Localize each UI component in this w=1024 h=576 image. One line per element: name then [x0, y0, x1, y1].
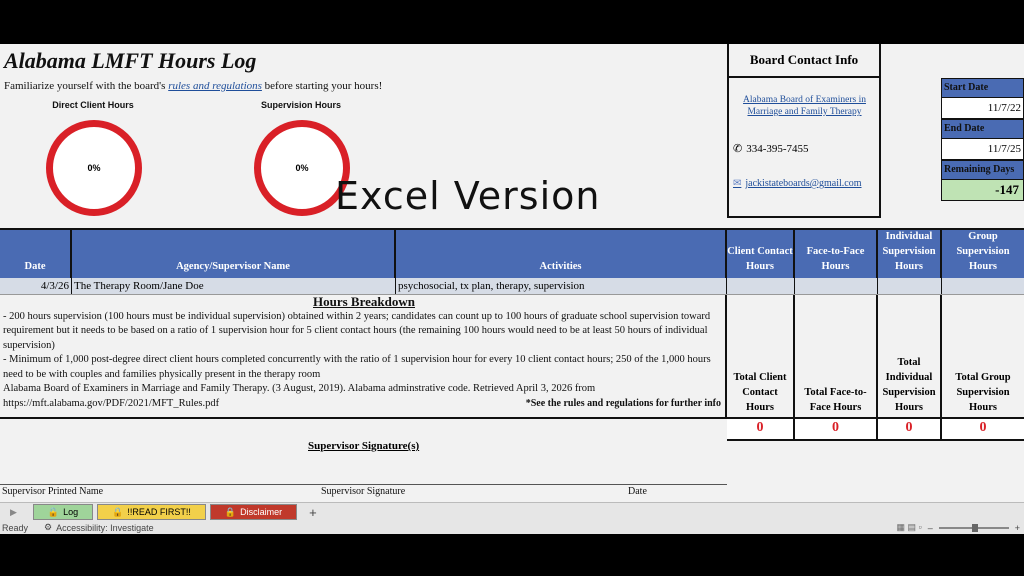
- total-face-value: 0: [795, 419, 878, 439]
- table-row[interactable]: 4/3/26 The Therapy Room/Jane Doe psychos…: [0, 278, 1024, 295]
- cell-group[interactable]: [942, 278, 1024, 294]
- signature-date: Date: [628, 486, 647, 497]
- total-face-label: Total Face-to-Face Hours: [795, 295, 878, 417]
- lock-icon: 🔒: [47, 507, 60, 517]
- view-icons[interactable]: ▦ ▤ ▫: [897, 522, 922, 533]
- start-date-label: Start Date: [941, 78, 1024, 98]
- breakdown-citation-block: Alabama Board of Examiners in Marriage a…: [3, 382, 725, 411]
- signature-title: Supervisor Signature(s): [308, 440, 420, 452]
- end-date-value[interactable]: 11/7/25: [941, 139, 1024, 160]
- total-client-value: 0: [727, 419, 795, 439]
- excel-version-banner: Excel Version: [335, 174, 601, 218]
- remaining-days-label: Remaining Days: [941, 160, 1024, 180]
- col-date: Date: [0, 230, 72, 278]
- board-phone: ✆ 334-395-7455: [733, 142, 809, 156]
- col-face-to-face: Face-to-Face Hours: [795, 230, 878, 278]
- zoom-plus-icon[interactable]: +: [1015, 523, 1020, 533]
- tab-read-first[interactable]: 🔒 !!READ FIRST!!: [97, 504, 206, 520]
- board-email[interactable]: ✉ jackistateboards@gmail.com: [733, 178, 862, 189]
- status-ready: Ready: [2, 522, 29, 533]
- total-client-label: Total Client Contact Hours: [727, 295, 795, 417]
- cell-face[interactable]: [795, 278, 878, 294]
- total-individual-value: 0: [878, 419, 942, 439]
- cell-date[interactable]: 4/3/26: [0, 278, 72, 294]
- breakdown-line-1: - 200 hours supervision (100 hours must …: [3, 310, 711, 351]
- lock-icon: 🔒: [112, 507, 124, 517]
- supervisor-printed-name: Supervisor Printed Name: [2, 486, 104, 497]
- table-header: Date Agency/Supervisor Name Activities C…: [0, 228, 1024, 280]
- add-sheet-button[interactable]: +: [309, 505, 317, 520]
- zoom-slider[interactable]: [938, 523, 1009, 532]
- total-individual-label: Total Individual Supervision Hours: [878, 295, 942, 417]
- col-activities: Activities: [396, 230, 727, 278]
- board-contact-box: Board Contact Info Alabama Board of Exam…: [727, 44, 881, 218]
- breakdown-note: *See the rules and regulations for furth…: [521, 396, 721, 411]
- col-individual-supervision: Individual Supervision Hours: [878, 230, 942, 278]
- direct-hours-ring: 0%: [46, 120, 142, 216]
- page-title: Alabama LMFT Hours Log: [4, 48, 257, 73]
- date-panel: Start Date 11/7/22 End Date 11/7/25 Rema…: [941, 78, 1024, 201]
- tab-scroll-icon[interactable]: ▶: [10, 507, 17, 518]
- accessibility-icon: ⚙: [44, 522, 53, 532]
- total-group-value: 0: [942, 419, 1024, 439]
- hours-breakdown: Hours Breakdown - 200 hours supervision …: [0, 294, 727, 417]
- supervisor-signature: Supervisor Signature: [321, 486, 406, 497]
- cell-individual[interactable]: [878, 278, 942, 294]
- col-client-contact: Client Contact Hours: [727, 230, 795, 278]
- phone-icon: ✆: [733, 143, 743, 155]
- breakdown-line-2: - Minimum of 1,000 post-degree direct cl…: [3, 354, 711, 380]
- col-agency: Agency/Supervisor Name: [72, 230, 396, 278]
- divider: [0, 417, 727, 419]
- cell-client[interactable]: [727, 278, 795, 294]
- totals-labels: Total Client Contact Hours Total Face-to…: [727, 295, 1024, 417]
- board-link[interactable]: Alabama Board of Examiners in Marriage a…: [737, 94, 872, 118]
- breakdown-title: Hours Breakdown: [313, 294, 415, 309]
- cell-agency[interactable]: The Therapy Room/Jane Doe: [72, 278, 396, 294]
- total-group-label: Total Group Supervision Hours: [955, 372, 1011, 413]
- board-title: Board Contact Info: [729, 44, 879, 78]
- ring-label-supervision: Supervision Hours: [260, 100, 341, 110]
- start-date-value[interactable]: 11/7/22: [941, 98, 1024, 119]
- status-bar: Ready ⚙ Accessibility: Investigate ▦ ▤ ▫…: [0, 521, 1024, 534]
- cell-activities[interactable]: psychosocial, tx plan, therapy, supervis…: [396, 278, 727, 294]
- status-accessibility[interactable]: Accessibility: Investigate: [56, 523, 154, 533]
- lock-icon: 🔒: [224, 507, 237, 517]
- remaining-days-value: -147: [941, 180, 1024, 201]
- breakdown-citation: Alabama Board of Examiners in Marriage a…: [3, 383, 596, 409]
- tab-log[interactable]: 🔒 Log: [32, 504, 94, 520]
- end-date-label: End Date: [941, 119, 1024, 139]
- zoom-minus-icon[interactable]: –: [928, 523, 933, 533]
- intro-text: Familiarize yourself with the board's ru…: [4, 80, 383, 92]
- zoom-thumb[interactable]: [971, 523, 978, 532]
- sheet-tabs: ▶ 🔒 Log 🔒 !!READ FIRST!! 🔒 Disclaimer +: [0, 502, 1024, 521]
- ring-label-direct: Direct Client Hours: [52, 100, 134, 110]
- totals-values: 0 0 0 0: [727, 417, 1024, 441]
- spreadsheet: Alabama LMFT Hours Log Familiarize yours…: [0, 44, 1024, 534]
- tab-disclaimer[interactable]: 🔒 Disclaimer: [209, 504, 298, 520]
- col-group-supervision: Group Supervision Hours: [956, 231, 1010, 272]
- email-icon: ✉: [733, 178, 742, 189]
- rules-link[interactable]: rules and regulations: [168, 80, 262, 92]
- signature-line: [0, 484, 727, 485]
